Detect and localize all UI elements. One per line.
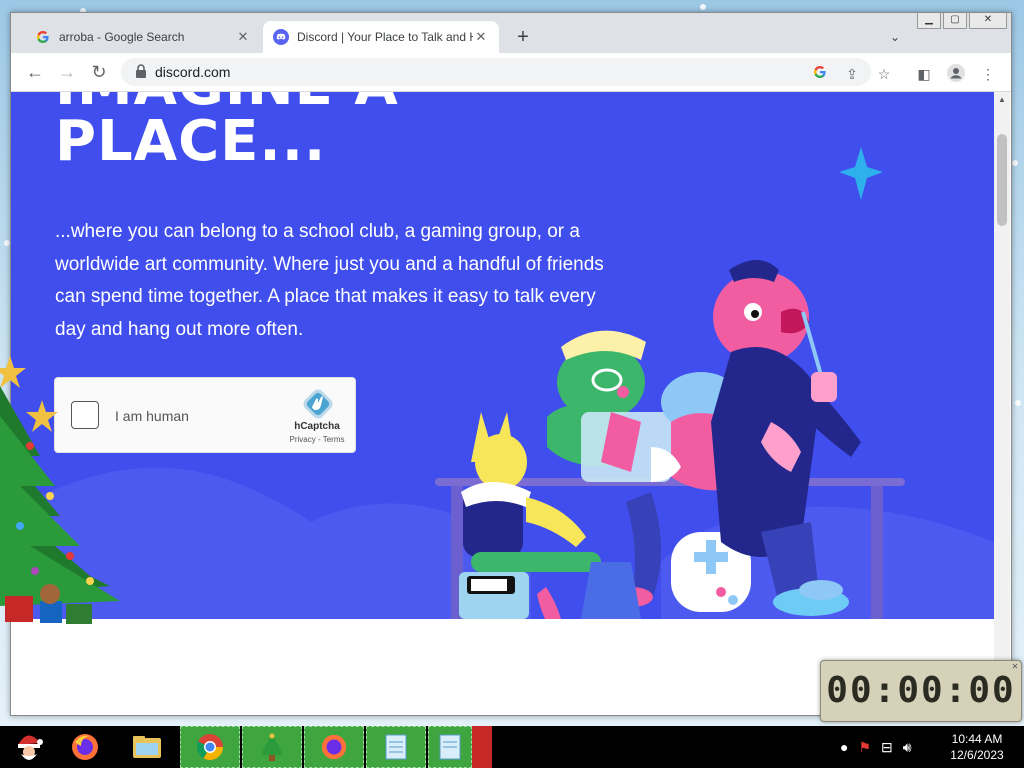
page-scrollbar[interactable]: ▲	[994, 92, 1010, 715]
notepad-icon	[385, 734, 407, 760]
maximize-button[interactable]: ▢	[943, 13, 967, 29]
system-tray: ● ⚑ ⊟ 🔊︎	[840, 726, 912, 768]
forward-arrow-icon[interactable]: →	[55, 60, 79, 84]
reload-icon[interactable]: ↻	[87, 60, 111, 84]
timer-close-icon[interactable]: ✕	[1012, 661, 1018, 673]
volume-icon[interactable]: 🔊︎	[903, 739, 912, 756]
captcha-brand: hCaptcha	[294, 421, 340, 432]
christmas-tree-decoration	[0, 356, 120, 624]
firefox-icon	[321, 734, 347, 760]
new-tab-button[interactable]: +	[511, 25, 535, 49]
address-bar[interactable]: discord.com	[121, 58, 871, 86]
tab-close-icon[interactable]: ✕	[235, 29, 251, 45]
clock-time: 10:44 AM	[951, 732, 1003, 746]
clock-date: 12/6/2023	[950, 748, 1004, 762]
more-menu-icon[interactable]: ⋮	[978, 64, 998, 84]
bookmark-star-icon[interactable]: ☆	[874, 64, 894, 84]
snowflake	[1012, 160, 1018, 166]
tab-title: arroba - Google Search	[59, 30, 185, 44]
tree-icon	[261, 733, 283, 761]
tab-strip: arroba - Google Search ✕ Discord | Your …	[11, 13, 1011, 53]
hero-paragraph: ...where you can belong to a school club…	[55, 221, 604, 340]
discord-hero: IMAGINE A PLACE... ...where you can belo…	[11, 92, 994, 619]
file-explorer-icon[interactable]	[124, 726, 170, 768]
tray-dot-icon[interactable]: ●	[840, 739, 848, 755]
scroll-thumb[interactable]	[997, 134, 1007, 226]
window-controls: ▁ ▢ ✕	[917, 13, 1007, 29]
scroll-up-arrow-icon[interactable]: ▲	[994, 92, 1010, 108]
google-lens-icon[interactable]	[810, 64, 830, 84]
url-text: discord.com	[155, 64, 231, 80]
chrome-taskbar-button[interactable]	[180, 726, 240, 768]
browser-toolbar: ← → ↻ discord.com ⇪ ☆ ◧ ⋮	[11, 53, 1011, 92]
discord-icon	[273, 29, 289, 45]
notepad-icon	[439, 734, 461, 760]
google-g-icon	[35, 29, 51, 45]
lock-icon	[136, 64, 146, 78]
tree-app-taskbar-button[interactable]	[242, 726, 302, 768]
start-button-santa-icon[interactable]	[0, 726, 56, 768]
timer-widget[interactable]: 00:00:00 ✕	[820, 660, 1022, 722]
side-panel-icon[interactable]: ◧	[914, 64, 934, 84]
page-viewport: IMAGINE A PLACE... ...where you can belo…	[11, 92, 994, 715]
hcaptcha-logo-icon	[303, 389, 333, 419]
minimize-button[interactable]: ▁	[917, 13, 941, 29]
taskbar-clock[interactable]: 10:44 AM 12/6/2023	[944, 731, 1010, 763]
tab-title: Discord | Your Place to Talk and H	[297, 30, 473, 44]
tab-close-icon[interactable]: ✕	[473, 29, 489, 45]
taskbar: ● ⚑ ⊟ 🔊︎ 10:44 AM 12/6/2023	[0, 726, 1024, 768]
tab-search-chevron-icon[interactable]: ⌄	[885, 27, 905, 47]
snowflake	[1015, 400, 1021, 406]
snowflake	[700, 4, 706, 10]
tab-google-search[interactable]: arroba - Google Search ✕	[25, 21, 261, 53]
notepad-taskbar-button[interactable]	[366, 726, 426, 768]
tab-discord[interactable]: Discord | Your Place to Talk and H ✕	[263, 21, 499, 53]
hero-headline: IMAGINE A PLACE...	[55, 92, 399, 170]
headline-line-2: PLACE...	[55, 109, 327, 174]
firefox-taskbar-button[interactable]	[304, 726, 364, 768]
profile-avatar-icon[interactable]	[946, 64, 966, 84]
close-window-button[interactable]: ✕	[969, 13, 1007, 29]
share-icon[interactable]: ⇪	[842, 64, 862, 84]
browser-window: arroba - Google Search ✕ Discord | Your …	[10, 12, 1012, 716]
captcha-links[interactable]: Privacy - Terms	[281, 435, 353, 444]
timer-display: 00:00:00	[826, 670, 1016, 711]
flag-alert-icon[interactable]: ⚑	[858, 739, 871, 756]
firefox-icon[interactable]	[62, 726, 108, 768]
back-arrow-icon[interactable]: ←	[23, 60, 47, 84]
network-icon[interactable]: ⊟	[881, 739, 893, 756]
taskbar-overflow[interactable]	[472, 726, 492, 768]
notepad-taskbar-button-2[interactable]	[428, 726, 472, 768]
chrome-icon	[196, 734, 224, 761]
